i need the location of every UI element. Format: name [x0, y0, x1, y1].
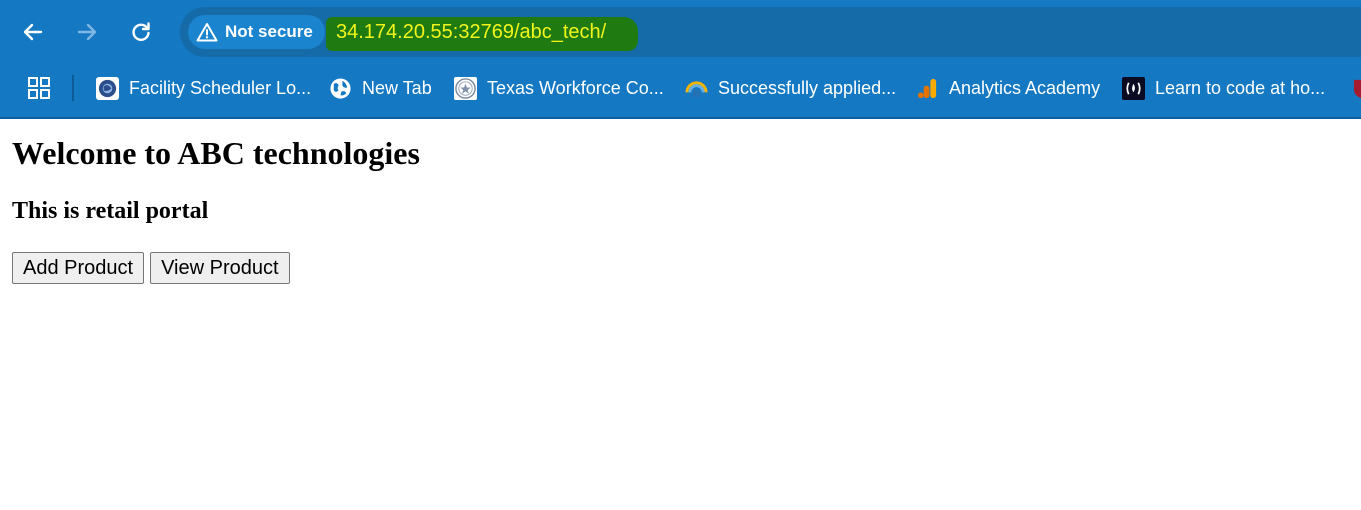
bookmarks-separator	[72, 75, 74, 101]
rainbow-icon	[685, 80, 708, 99]
globe-seal-icon	[96, 76, 119, 100]
analytics-icon	[917, 78, 937, 98]
browser-toolbar: Not secure 34.174.20.55:32769/abc_tech/	[0, 0, 1361, 62]
add-product-button[interactable]: Add Product	[12, 252, 145, 284]
page-content: Welcome to ABC technologies This is reta…	[0, 133, 1361, 284]
shield-icon	[1353, 79, 1361, 98]
security-indicator[interactable]: Not secure	[188, 15, 325, 49]
warning-triangle-icon	[196, 23, 218, 42]
view-product-button[interactable]: View Product	[150, 252, 290, 284]
bookmark-successfully-applied[interactable]: Successfully applied...	[685, 74, 896, 102]
apps-grid-icon	[28, 77, 50, 99]
bookmark-label: Learn to code at ho...	[1155, 77, 1326, 98]
page-subtitle: This is retail portal	[12, 198, 209, 224]
bookmark-learn-to-code[interactable]: Learn to code at ho...	[1122, 74, 1325, 102]
bookmark-label: New Tab	[362, 77, 432, 98]
reload-button[interactable]	[126, 17, 156, 47]
page-title: Welcome to ABC technologies	[12, 135, 420, 171]
arrow-left-icon	[23, 23, 43, 41]
button-row: Add Product View Product	[12, 252, 1349, 284]
globe-icon	[330, 77, 351, 99]
bookmark-texas-workforce[interactable]: Texas Workforce Co...	[454, 74, 664, 102]
arrow-right-icon	[77, 23, 97, 41]
bookmark-label: Facility Scheduler Lo...	[129, 77, 312, 98]
apps-button[interactable]	[27, 76, 51, 100]
freecodecamp-icon	[1122, 76, 1145, 100]
chrome-divider	[0, 117, 1361, 119]
bookmark-label: Texas Workforce Co...	[487, 77, 664, 98]
bookmark-overflow-partial[interactable]	[1352, 74, 1361, 102]
address-bar[interactable]: Not secure 34.174.20.55:32769/abc_tech/	[180, 7, 1361, 57]
reload-icon	[132, 22, 150, 41]
security-label: Not secure	[225, 22, 313, 41]
url-text[interactable]: 34.174.20.55:32769/abc_tech/	[336, 21, 606, 44]
bookmark-facility-scheduler[interactable]: Facility Scheduler Lo...	[96, 74, 311, 102]
browser-chrome: Not secure 34.174.20.55:32769/abc_tech/ …	[0, 0, 1361, 119]
bookmark-label: Analytics Academy	[949, 77, 1101, 98]
bookmark-label: Successfully applied...	[718, 77, 897, 98]
bookmark-analytics-academy[interactable]: Analytics Academy	[916, 74, 1100, 102]
back-button[interactable]	[18, 17, 48, 47]
bookmarks-bar: Facility Scheduler Lo... New Tab Texas W…	[0, 62, 1361, 117]
bookmark-new-tab[interactable]: New Tab	[329, 74, 432, 102]
forward-button[interactable]	[72, 17, 102, 47]
seal-icon	[454, 76, 477, 100]
